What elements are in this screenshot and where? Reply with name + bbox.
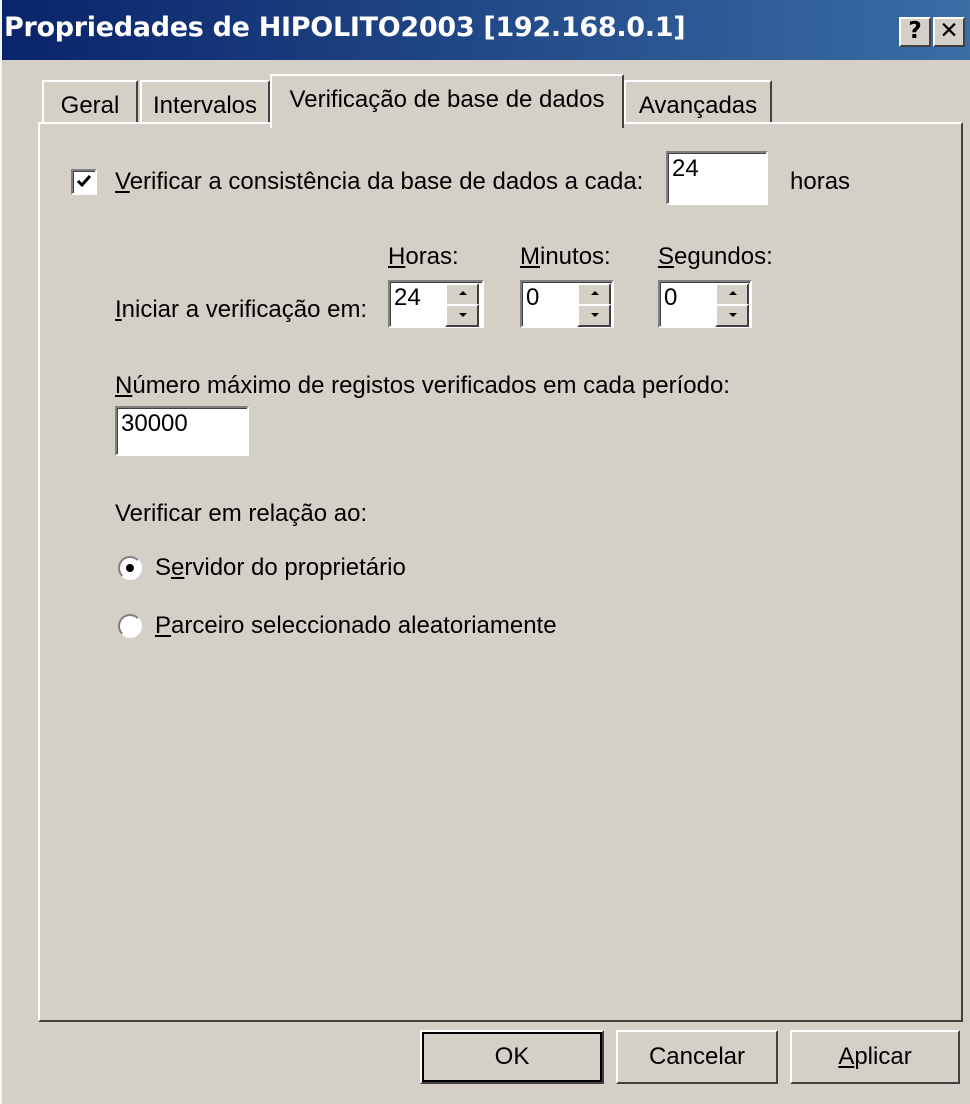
radio-owner-server-label[interactable]: Servidor do proprietário <box>155 554 406 582</box>
help-button[interactable]: ? <box>899 17 931 47</box>
tab-verificacao[interactable]: Verificação de base de dados <box>270 74 624 128</box>
start-time-label: Iniciar a verificação em: <box>115 296 367 324</box>
hours-header: Horas: <box>388 243 459 271</box>
consistency-label-hotkey: V <box>115 168 130 195</box>
seconds-hotkey: S <box>658 243 675 270</box>
start-time-text: niciar a verificação em: <box>121 296 368 323</box>
start-hours-value: 24 <box>394 284 421 311</box>
apply-button[interactable]: Aplicar <box>790 1030 960 1084</box>
apply-hotkey: A <box>838 1043 855 1070</box>
properties-dialog: Propriedades de HIPOLITO2003 [192.168.0.… <box>0 0 970 1104</box>
tab-label: Avançadas <box>638 92 758 119</box>
consistency-label-text: erificar a consistência da base de dados… <box>129 168 644 195</box>
random-partner-post: arceiro seleccionado aleatoriamente <box>171 612 557 639</box>
start-seconds-value: 0 <box>664 284 678 311</box>
tab-avancadas[interactable]: Avançadas <box>624 80 772 124</box>
radio-random-partner-label[interactable]: Parceiro seleccionado aleatoriamente <box>155 612 557 640</box>
hours-text: oras: <box>405 243 459 270</box>
close-icon: ✕ <box>939 18 959 44</box>
owner-server-hotkey: e <box>171 554 185 581</box>
arrow-down-icon <box>591 313 599 317</box>
arrow-down-icon <box>459 313 467 317</box>
arrow-up-icon <box>591 291 599 295</box>
max-records-text: úmero máximo de registos verificados em … <box>132 372 730 399</box>
owner-server-post: rvidor do proprietário <box>184 554 406 581</box>
seconds-header: Segundos: <box>658 243 773 271</box>
consistency-checkbox[interactable] <box>71 169 97 195</box>
max-records-label: Número máximo de registos verificados em… <box>115 372 730 400</box>
seconds-text: egundos: <box>674 243 773 270</box>
hours-hotkey: H <box>388 243 406 270</box>
tab-geral[interactable]: Geral <box>42 80 138 124</box>
ok-button[interactable]: OK <box>420 1030 604 1084</box>
seconds-down-button[interactable] <box>715 304 749 327</box>
max-records-hotkey: N <box>115 372 133 399</box>
checkmark-icon <box>76 175 92 188</box>
tab-label: Intervalos <box>152 92 258 119</box>
hours-down-button[interactable] <box>445 304 479 327</box>
tab-label: Geral <box>60 92 120 119</box>
seconds-up-button[interactable] <box>715 283 749 306</box>
hours-up-button[interactable] <box>445 283 479 306</box>
window-title: Propriedades de HIPOLITO2003 [192.168.0.… <box>4 12 686 43</box>
owner-server-pre: S <box>155 554 172 581</box>
minutes-hotkey: M <box>520 243 540 270</box>
radio-selected-dot <box>126 564 134 572</box>
verify-against-label: Verificar em relação ao: <box>115 500 368 527</box>
max-records-input[interactable]: 30000 <box>115 406 249 456</box>
minutes-header: Minutos: <box>520 243 611 271</box>
tab-intervalos[interactable]: Intervalos <box>140 80 270 124</box>
consistency-label: Verificar a consistência da base de dado… <box>115 168 643 196</box>
arrow-up-icon <box>459 291 467 295</box>
tab-label: Verificação de base de dados <box>289 86 605 113</box>
consistency-unit-label: horas <box>790 168 851 195</box>
minutes-up-button[interactable] <box>577 283 611 306</box>
apply-text: plicar <box>854 1043 912 1070</box>
minutes-text: inutos: <box>540 243 611 270</box>
cancel-button[interactable]: Cancelar <box>616 1030 778 1084</box>
arrow-up-icon <box>729 291 737 295</box>
consistency-hours-input[interactable]: 24 <box>666 151 768 205</box>
title-bar[interactable]: Propriedades de HIPOLITO2003 [192.168.0.… <box>2 0 970 60</box>
start-minutes-value: 0 <box>526 284 540 311</box>
radio-owner-server[interactable] <box>118 556 142 580</box>
radio-random-partner[interactable] <box>118 614 142 638</box>
minutes-down-button[interactable] <box>577 304 611 327</box>
close-button[interactable]: ✕ <box>933 17 965 47</box>
random-partner-hotkey: P <box>155 612 172 639</box>
arrow-down-icon <box>729 313 737 317</box>
start-time-hotkey: I <box>115 296 122 323</box>
